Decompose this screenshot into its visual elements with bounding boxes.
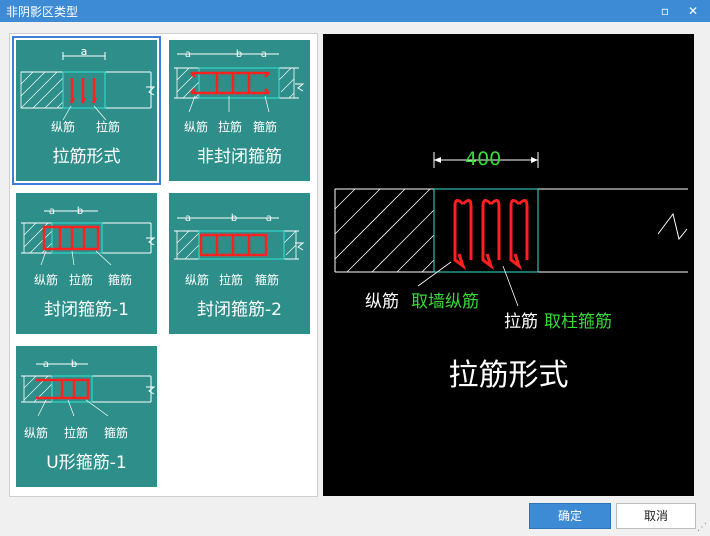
dimension-label: 400 [465,148,502,170]
close-icon[interactable]: ✕ [684,2,702,20]
dim-a-label: a [261,49,267,60]
part-label: 纵筋 [51,120,76,134]
ok-button[interactable]: 确定 [529,503,611,529]
part-label: 箍筋 [253,120,278,134]
part-label: 箍筋 [104,426,129,440]
dim-a-label: a [266,213,272,224]
tile-closed-stirrup-2[interactable]: a b a 纵筋 拉筋 箍筋 封闭箍筋-2 [169,193,310,334]
part-label: 拉筋 [64,426,89,440]
tile-label: 封闭箍筋-2 [197,300,282,320]
part-label: 箍筋 [255,273,280,287]
dim-b-label: b [77,206,83,217]
preview-title: 拉筋形式 [448,358,569,393]
tile-tie-bar-form[interactable]: a 纵筋 拉筋 拉筋形式 [12,36,161,185]
dim-b-label: b [236,49,242,60]
tie-bar-label: 拉筋 [504,312,538,332]
dim-a-label: a [185,49,191,60]
part-label: 拉筋 [69,273,94,287]
dim-a-label: a [43,359,49,370]
title-bar: 非阴影区类型 ▫ ✕ [0,0,710,22]
part-label: 拉筋 [219,273,244,287]
dim-a-label: a [81,45,88,58]
part-label: 拉筋 [96,120,121,134]
tile-closed-stirrup-1[interactable]: a b 纵筋 拉筋 箍筋 封闭箍筋-1 [16,193,157,334]
part-label: 纵筋 [185,273,210,287]
type-gallery: a 纵筋 拉筋 拉筋形式 a b a 纵筋 拉筋 箍筋 非封闭箍筋 a b 纵筋… [9,33,318,497]
part-label: 箍筋 [108,273,133,287]
take-wall-bar-label: 取墙纵筋 [411,292,479,312]
window-title: 非阴影区类型 [6,5,79,19]
tile-label: 非封闭箍筋 [197,147,282,167]
cancel-button[interactable]: 取消 [616,503,696,529]
resize-grip-icon[interactable]: ⋰ [697,522,707,533]
part-label: 拉筋 [218,120,243,134]
tile-open-stirrup[interactable]: a b a 纵筋 拉筋 箍筋 非封闭箍筋 [169,40,310,181]
restore-icon[interactable]: ▫ [656,2,674,20]
tile-u-stirrup-1[interactable]: a b 纵筋 拉筋 箍筋 U形箍筋-1 [16,346,157,487]
dim-a-label: a [49,206,55,217]
dim-b-label: b [71,359,77,370]
tile-label: 封闭箍筋-1 [44,300,129,320]
part-label: 纵筋 [184,120,209,134]
take-column-stirrup-label: 取柱箍筋 [544,312,612,332]
tile-label: 拉筋形式 [52,147,121,167]
preview-canvas: 400 纵筋 取墙纵筋 拉筋 取柱箍筋 拉筋形式 [323,34,694,496]
dim-a-label: a [185,213,191,224]
preview-diagram [334,152,688,307]
tile-label: U形箍筋-1 [46,453,127,473]
part-label: 纵筋 [34,273,59,287]
part-label: 纵筋 [24,426,49,440]
dim-b-label: b [231,213,237,224]
longitudinal-bar-label: 纵筋 [365,292,399,312]
